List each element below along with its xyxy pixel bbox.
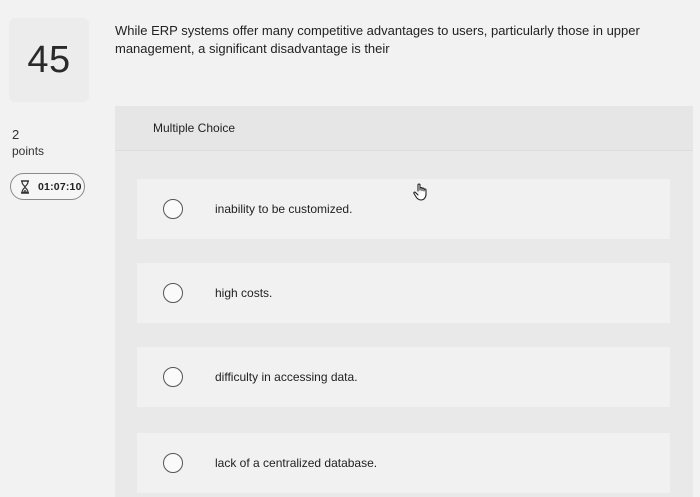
- option-label: lack of a centralized database.: [215, 456, 378, 470]
- quiz-page: 45 2 points 01:07:10 While ERP systems o…: [0, 0, 700, 497]
- points-info: 2 points: [12, 127, 44, 159]
- question-number-box: 45: [9, 18, 89, 102]
- option-label: inability to be customized.: [215, 202, 353, 216]
- answer-panel: Multiple Choice inability to be customiz…: [115, 106, 693, 497]
- timer-value: 01:07:10: [38, 180, 82, 193]
- timer-badge[interactable]: 01:07:10: [10, 173, 85, 200]
- hourglass-icon: [20, 179, 32, 194]
- radio-button[interactable]: [163, 283, 183, 303]
- answer-option[interactable]: difficulty in accessing data.: [137, 347, 670, 407]
- points-value: 2: [12, 127, 20, 142]
- hand-pointer-icon: [412, 182, 430, 202]
- question-number: 45: [27, 38, 71, 81]
- answer-option[interactable]: high costs.: [137, 263, 670, 323]
- answer-option[interactable]: inability to be customized.: [137, 179, 670, 239]
- answer-type-header: Multiple Choice: [115, 106, 693, 151]
- answer-option[interactable]: lack of a centralized database.: [137, 433, 670, 493]
- points-label: points: [12, 144, 45, 158]
- answer-type-label: Multiple Choice: [153, 121, 236, 135]
- question-text: While ERP systems offer many competitive…: [115, 23, 640, 56]
- radio-button[interactable]: [163, 453, 183, 473]
- option-label: difficulty in accessing data.: [215, 370, 358, 384]
- option-label: high costs.: [215, 286, 273, 300]
- radio-button[interactable]: [163, 367, 183, 387]
- radio-button[interactable]: [163, 199, 183, 219]
